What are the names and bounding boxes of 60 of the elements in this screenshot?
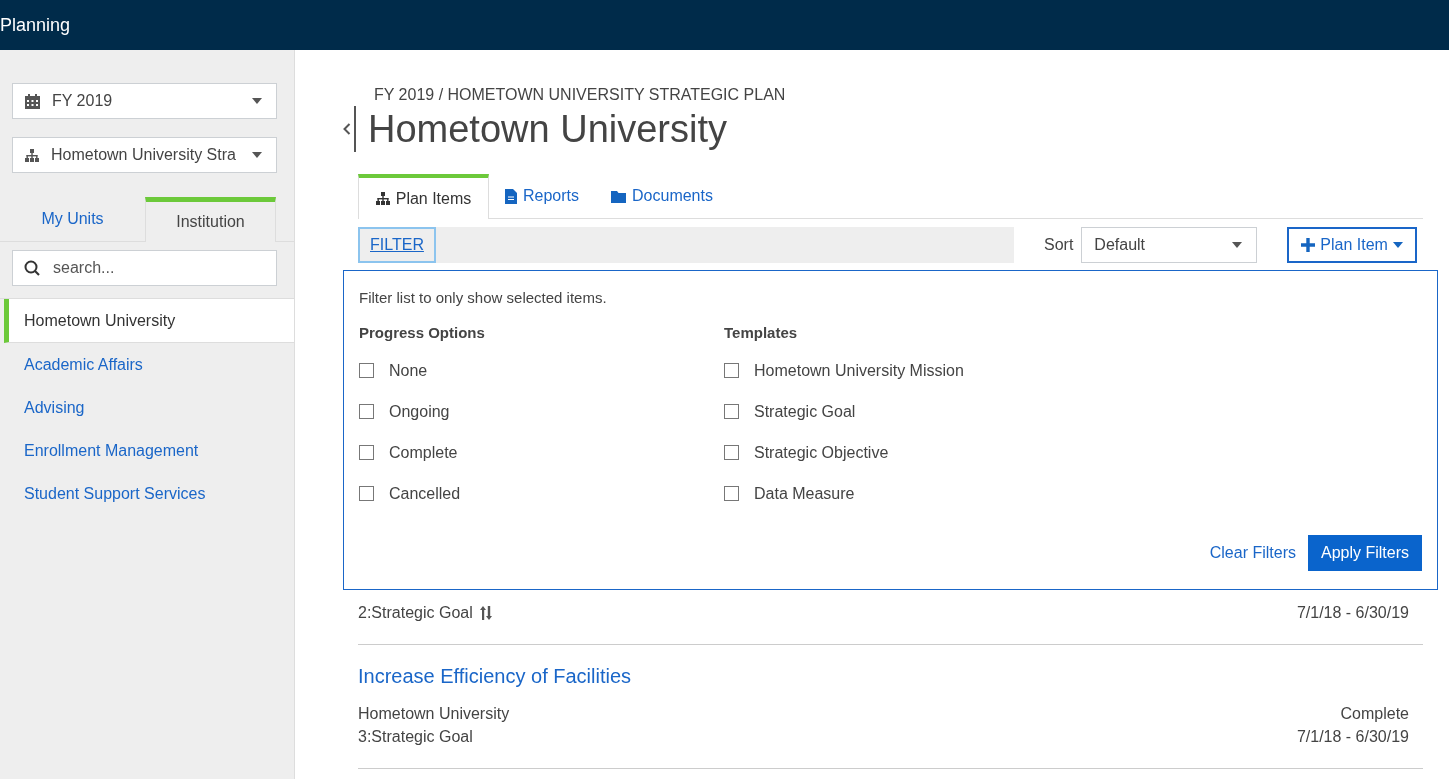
option-label: Data Measure	[754, 484, 855, 503]
sidebar-item[interactable]: Enrollment Management	[0, 429, 294, 472]
search-field[interactable]: search...	[12, 250, 277, 286]
page-title: Hometown University	[368, 107, 727, 151]
group-heading: Progress Options	[359, 324, 486, 341]
unit-name: Hometown University	[358, 704, 510, 724]
caret-icon	[1232, 242, 1243, 248]
sort-label: Sort	[1044, 236, 1074, 254]
option-label: Strategic Goal	[754, 402, 856, 421]
plan-select[interactable]: Hometown University Stra	[12, 137, 277, 173]
plan-item-link[interactable]: Increase Efficiency of Facilities	[358, 665, 1409, 688]
status-text: Complete	[1339, 704, 1409, 724]
apply-filters-button[interactable]: Apply Filters	[1307, 535, 1422, 571]
sidebar-tab[interactable]: My Units	[0, 197, 145, 241]
option-label: Strategic Objective	[754, 443, 889, 462]
option-label: Cancelled	[389, 484, 461, 503]
breadcrumb[interactable]: FY 2019 / HOMETOWN UNIVERSITY STRATEGIC PLAN	[358, 86, 1423, 104]
sidebar-item[interactable]: Academic Affairs	[0, 343, 294, 386]
add-plan-item-button[interactable]: Plan Item	[1287, 227, 1417, 263]
item-type: 3:Strategic Goal	[358, 727, 473, 747]
document-icon	[505, 188, 517, 204]
option-label: Complete	[389, 443, 458, 462]
checkbox[interactable]	[359, 486, 374, 501]
folder-icon	[611, 189, 627, 203]
plus-icon	[1301, 238, 1316, 252]
checkbox[interactable]	[359, 404, 374, 419]
checkbox[interactable]	[724, 445, 739, 460]
search-icon	[24, 260, 40, 276]
sidebar-tab[interactable]: Institution	[145, 197, 276, 242]
tab[interactable]: Reports	[489, 174, 596, 218]
hierarchy-icon	[25, 148, 39, 162]
caret-icon	[252, 98, 262, 104]
date-range: 7/1/18 - 6/30/19	[1296, 727, 1409, 747]
sidebar-item[interactable]: Hometown University	[4, 299, 294, 343]
checkbox[interactable]	[724, 404, 739, 419]
option-label: Hometown University Mission	[754, 361, 964, 380]
sidebar-item[interactable]: Advising	[0, 386, 294, 429]
fiscal-year-select[interactable]: FY 2019	[12, 83, 277, 119]
sidebar-item[interactable]: Student Support Services	[0, 472, 294, 515]
caret-icon	[252, 152, 262, 158]
chevron-left-icon	[343, 123, 351, 135]
checkbox[interactable]	[724, 363, 739, 378]
clear-filters-link[interactable]: Clear Filters	[1209, 544, 1296, 562]
caret-icon	[1392, 242, 1403, 248]
item-type: 2:Strategic Goal	[358, 603, 473, 623]
checkbox[interactable]	[359, 363, 374, 378]
date-range: 7/1/18 - 6/30/19	[1296, 603, 1409, 623]
app-title: Planning	[0, 14, 71, 36]
option-label: Ongoing	[389, 402, 450, 421]
calendar-icon	[25, 93, 40, 109]
filter-button[interactable]: FILTER	[358, 227, 436, 263]
checkbox[interactable]	[724, 486, 739, 501]
checkbox[interactable]	[359, 445, 374, 460]
sort-select[interactable]: Default	[1081, 227, 1258, 263]
group-heading: Templates	[724, 324, 799, 341]
option-label: None	[389, 361, 428, 380]
tab[interactable]: Documents	[595, 174, 729, 218]
filter-hint: Filter list to only show selected items.	[359, 289, 608, 306]
hierarchy-icon	[375, 192, 390, 205]
tab[interactable]: Plan Items	[358, 174, 489, 219]
